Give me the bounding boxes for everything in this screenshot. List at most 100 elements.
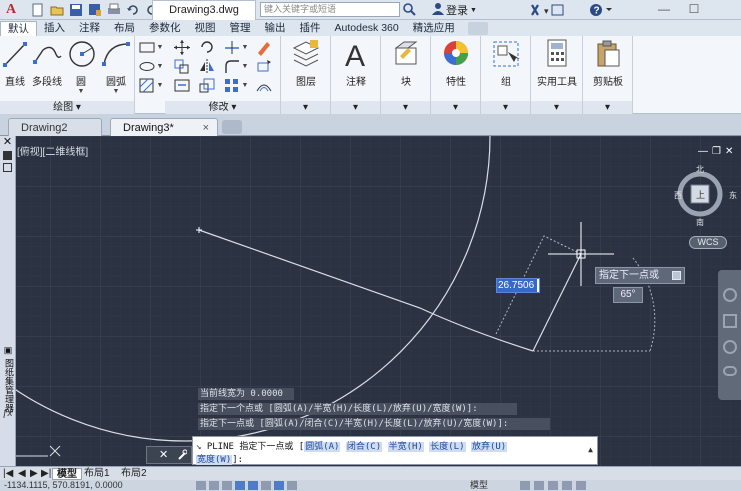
minimize-button[interactable]: —	[650, 0, 678, 18]
circle-button[interactable]: 圆 ▼	[66, 38, 96, 96]
chevron-down-icon[interactable]: ▾	[381, 101, 430, 114]
layers-button[interactable]: 图层	[289, 38, 323, 88]
workspace-icon[interactable]	[534, 481, 544, 490]
clipboard-button[interactable]: 剪贴板	[587, 38, 629, 88]
tab-parametric[interactable]: 参数化	[142, 21, 188, 36]
groups-button[interactable]: 组	[489, 38, 523, 88]
tab-featured-apps[interactable]: 精选应用	[406, 21, 462, 36]
search-input[interactable]: 键入关键字或短语	[260, 2, 400, 17]
fillet-icon[interactable]	[223, 58, 241, 75]
ortho-toggle-icon[interactable]	[222, 481, 232, 490]
stretch-icon[interactable]	[173, 77, 191, 94]
tab-nav-first-icon[interactable]: |◀	[3, 468, 13, 480]
dynamic-input-field[interactable]: 26.7506	[496, 278, 540, 293]
lock-icon[interactable]	[548, 481, 558, 490]
option-close[interactable]: 闭合(C)	[345, 442, 383, 452]
zoom-icon[interactable]	[722, 340, 737, 354]
wcs-menu[interactable]: WCS	[689, 236, 727, 249]
block-button[interactable]: 块	[389, 38, 423, 88]
polyline-button[interactable]: 多段线	[30, 38, 64, 88]
erase-icon[interactable]	[255, 39, 273, 56]
new-tab-icon[interactable]	[222, 120, 242, 134]
palette-menu-icon[interactable]	[3, 151, 12, 160]
tab-plugins[interactable]: 插件	[293, 21, 328, 36]
close-icon[interactable]: ✕	[159, 448, 168, 461]
options-arrow-icon[interactable]	[672, 271, 681, 280]
tab-annotate[interactable]: 注释	[72, 21, 107, 36]
dynamic-input-toggle-icon[interactable]	[274, 481, 284, 490]
steering-wheel-icon[interactable]	[722, 288, 737, 302]
close-icon[interactable]: ✕	[0, 136, 15, 148]
save-as-icon[interactable]	[87, 2, 103, 18]
tab-nav-prev-icon[interactable]: ◀	[18, 468, 26, 480]
chevron-down-icon[interactable]: ▼	[156, 58, 164, 75]
chevron-down-icon[interactable]: ▾	[583, 101, 632, 114]
lineweight-toggle-icon[interactable]	[287, 481, 297, 490]
fx-icon[interactable]: ƒx	[2, 408, 13, 419]
clean-screen-icon[interactable]	[576, 481, 586, 490]
option-width[interactable]: 宽度(W)	[196, 455, 233, 465]
offset-icon[interactable]	[255, 77, 273, 94]
polar-toggle-icon[interactable]	[235, 481, 245, 490]
command-history-dropdown-icon[interactable]: ▲	[588, 445, 593, 454]
pan-icon[interactable]	[722, 314, 737, 328]
scale-icon[interactable]	[198, 77, 216, 94]
chevron-down-icon[interactable]: ▼	[241, 39, 249, 56]
undo-icon[interactable]	[125, 2, 141, 18]
snap-toggle-icon[interactable]	[196, 481, 206, 490]
properties-button[interactable]: 特性	[439, 38, 473, 88]
coordinates-readout[interactable]: -1134.1115, 570.8191, 0.0000	[4, 480, 123, 491]
tab-output[interactable]: 输出	[258, 21, 293, 36]
tab-drawing3[interactable]: Drawing3* ×	[110, 118, 218, 136]
chevron-down-icon[interactable]: ▼	[100, 88, 132, 96]
tab-nav-last-icon[interactable]: ▶|	[41, 468, 51, 480]
chevron-down-icon[interactable]: ▾	[531, 101, 582, 114]
maximize-button[interactable]: ☐	[680, 0, 708, 18]
tab-insert[interactable]: 插入	[37, 21, 72, 36]
tab-view[interactable]: 视图	[188, 21, 223, 36]
restore-viewport-icon[interactable]: ❐	[712, 147, 721, 159]
chevron-down-icon[interactable]: ▼	[241, 77, 249, 94]
chevron-down-icon[interactable]: ▼	[156, 39, 164, 56]
tab-layout2[interactable]: 布局2	[121, 468, 147, 480]
isolate-objects-icon[interactable]	[562, 481, 572, 490]
exchange-apps-icon[interactable]: ▾	[530, 2, 570, 18]
annotation-button[interactable]: A 注释	[339, 38, 373, 88]
ellipse-icon[interactable]	[138, 58, 156, 75]
move-icon[interactable]	[173, 39, 191, 56]
tab-model[interactable]: 模型	[52, 468, 82, 480]
tab-default[interactable]: 默认	[0, 21, 37, 36]
customize-icon[interactable]	[177, 449, 188, 460]
print-icon[interactable]	[106, 2, 122, 18]
option-arc[interactable]: 圆弧(A)	[304, 442, 341, 452]
array-icon[interactable]	[223, 77, 241, 94]
minimize-viewport-icon[interactable]: —	[698, 147, 708, 159]
chevron-down-icon[interactable]: ▼	[156, 77, 164, 94]
viewcube-east[interactable]: 东	[729, 190, 737, 200]
chevron-down-icon[interactable]: ▾	[481, 101, 530, 114]
tab-layout1[interactable]: 布局1	[84, 468, 110, 480]
chevron-down-icon[interactable]: ▼	[66, 88, 96, 96]
viewcube-north[interactable]: 北	[696, 165, 704, 174]
angle-input-field[interactable]: 65°	[613, 287, 643, 303]
ribbon-minimize-icon[interactable]	[467, 22, 488, 35]
otrack-toggle-icon[interactable]	[261, 481, 271, 490]
viewcube-south[interactable]: 南	[696, 217, 704, 227]
chevron-down-icon[interactable]: ▼	[241, 58, 249, 75]
navigation-bar[interactable]	[718, 270, 741, 400]
close-viewport-icon[interactable]: ✕	[725, 147, 733, 159]
rotate-icon[interactable]	[198, 39, 216, 56]
viewcube-west[interactable]: 西	[674, 191, 682, 200]
option-length[interactable]: 长度(L)	[429, 442, 466, 452]
arc-button[interactable]: 圆弧 ▼	[100, 38, 132, 96]
utilities-button[interactable]: 实用工具	[535, 38, 579, 88]
drawing-canvas[interactable]: 上 北 南 西 东 ✕ ▣ 图纸集管理器 ƒx [俯视][二维线框] 26.75…	[0, 136, 741, 466]
save-icon[interactable]	[68, 2, 84, 18]
tab-nav-next-icon[interactable]: ▶	[30, 468, 38, 480]
orbit-icon[interactable]	[722, 366, 737, 376]
chevron-down-icon[interactable]: ▾	[331, 101, 380, 114]
command-input[interactable]: ↘ PLINE 指定下一点或 [圆弧(A) 闭合(C) 半宽(H) 长度(L) …	[192, 436, 598, 465]
rectangle-icon[interactable]	[138, 39, 156, 56]
annotation-scale-icon[interactable]	[520, 481, 530, 490]
search-icon[interactable]	[402, 2, 416, 17]
